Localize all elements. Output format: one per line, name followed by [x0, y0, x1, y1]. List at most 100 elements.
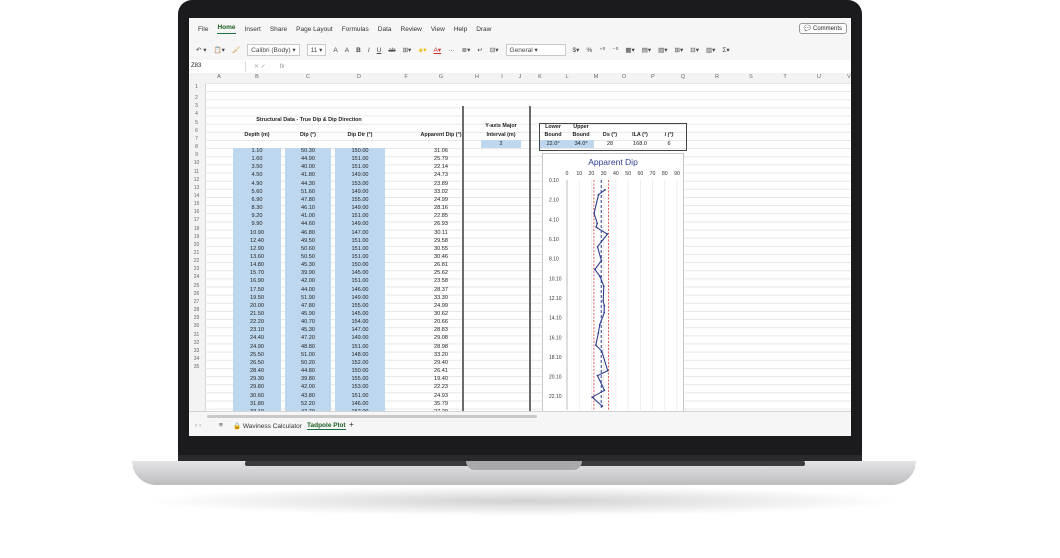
row-number[interactable]: 10 [189, 159, 204, 167]
row-number[interactable]: 26 [189, 290, 204, 298]
undo-icon[interactable]: ↶ ▾ [196, 46, 207, 54]
row-number[interactable]: 35 [189, 363, 204, 371]
menu-item-file[interactable]: File [198, 26, 208, 33]
dipdir-cell[interactable]: 151.00 [335, 155, 385, 163]
menu-item-insert[interactable]: Insert [245, 26, 261, 33]
italic-button[interactable]: I [368, 47, 370, 54]
dipdir-cell[interactable]: 151.00 [335, 237, 385, 245]
apparent-dip-cell[interactable]: 19.40 [411, 375, 471, 383]
depth-cell[interactable]: 8.30 [233, 204, 281, 212]
dipdir-cell[interactable]: 149.00 [335, 171, 385, 179]
row-number[interactable]: 7 [189, 135, 204, 143]
font-size-select[interactable]: 11 ▾ [306, 44, 327, 56]
apparent-dip-cell[interactable]: 22.85 [411, 212, 471, 220]
currency-button[interactable]: $▾ [573, 46, 580, 54]
apparent-dip-cell[interactable]: 29.08 [411, 334, 471, 342]
dipdir-cell[interactable]: 151.00 [335, 392, 385, 400]
dip-cell[interactable]: 45.30 [285, 326, 331, 334]
font-color-icon[interactable]: A▾ [434, 46, 442, 54]
shrink-font-button[interactable]: A [345, 47, 349, 54]
autosum-button[interactable]: Σ▾ [722, 46, 729, 54]
column-header[interactable]: R [715, 74, 719, 80]
depth-cell[interactable]: 28.40 [233, 367, 281, 375]
row-number[interactable]: 20 [189, 241, 204, 249]
apparent-dip-cell[interactable]: 30.46 [411, 253, 471, 261]
all-sheets-icon[interactable]: ≡ [219, 422, 223, 429]
name-box[interactable]: Z83 [189, 61, 246, 72]
depth-cell[interactable]: 23.10 [233, 326, 281, 334]
dipdir-cell[interactable]: 149.00 [335, 204, 385, 212]
dip-cell[interactable]: 42.00 [285, 383, 331, 391]
i-value[interactable]: 6 [655, 140, 683, 148]
dip-cell[interactable]: 47.20 [285, 334, 331, 342]
column-header[interactable]: T [783, 74, 786, 80]
menu-item-formulas[interactable]: Formulas [342, 26, 369, 33]
upper-bound-value[interactable]: 34.0° [568, 140, 594, 148]
apparent-dip-cell[interactable]: 26.41 [411, 367, 471, 375]
fx-icon[interactable]: fx [280, 64, 285, 70]
row-number[interactable]: 8 [189, 143, 204, 151]
dip-cell[interactable]: 51.90 [285, 294, 331, 302]
dip-cell[interactable]: 50.50 [285, 253, 331, 261]
dip-cell[interactable]: 50.60 [285, 245, 331, 253]
dip-cell[interactable]: 44.00 [285, 286, 331, 294]
column-header[interactable]: K [538, 74, 542, 80]
row-number[interactable]: 17 [189, 216, 204, 224]
dipdir-cell[interactable]: 148.00 [335, 351, 385, 359]
row-number[interactable]: 6 [189, 127, 204, 135]
column-header[interactable]: Q [681, 74, 685, 80]
apparent-dip-cell[interactable]: 30.55 [411, 245, 471, 253]
depth-cell[interactable]: 30.60 [233, 392, 281, 400]
add-sheet-button[interactable]: + [349, 420, 354, 429]
more-options-button[interactable]: ··· [448, 47, 455, 54]
tab-waviness-calculator[interactable]: 🔒 Waviness Calculator [233, 422, 302, 430]
column-header[interactable]: A [217, 74, 221, 80]
depth-cell[interactable]: 25.50 [233, 351, 281, 359]
conditional-format-icon[interactable]: ▦▾ [625, 46, 634, 54]
apparent-dip-cell[interactable]: 29.40 [411, 359, 471, 367]
apparent-dip-cell[interactable]: 22.14 [411, 163, 471, 171]
apparent-dip-cell[interactable]: 23.89 [411, 180, 471, 188]
apparent-dip-cell[interactable]: 28.16 [411, 204, 471, 212]
row-number[interactable]: 4 [189, 110, 204, 118]
depth-cell[interactable]: 29.80 [233, 383, 281, 391]
dipdir-cell[interactable]: 149.00 [335, 188, 385, 196]
increase-decimal-icon[interactable]: ⁺⁰ [599, 46, 605, 54]
column-header[interactable]: J [519, 74, 522, 80]
apparent-dip-cell[interactable]: 29.58 [411, 237, 471, 245]
borders-icon[interactable]: ⊞▾ [403, 46, 412, 54]
dipdir-cell[interactable]: 151.00 [335, 343, 385, 351]
dipdir-cell[interactable]: 151.00 [335, 245, 385, 253]
depth-cell[interactable]: 12.90 [233, 245, 281, 253]
dipdir-cell[interactable]: 151.00 [335, 163, 385, 171]
ila-value[interactable]: 168.0 [626, 140, 654, 148]
apparent-dip-cell[interactable]: 30.62 [411, 310, 471, 318]
dip-cell[interactable]: 40.70 [285, 318, 331, 326]
dip-cell[interactable]: 44.90 [285, 155, 331, 163]
merge-icon[interactable]: ⊟▾ [490, 46, 499, 54]
dip-cell[interactable]: 45.90 [285, 310, 331, 318]
apparent-dip-cell[interactable]: 24.99 [411, 196, 471, 204]
dipdir-cell[interactable]: 146.00 [335, 286, 385, 294]
dipdir-cell[interactable]: 146.00 [335, 400, 385, 408]
apparent-dip-cell[interactable]: 24.93 [411, 392, 471, 400]
menu-item-review[interactable]: Review [401, 26, 422, 33]
dip-cell[interactable]: 46.80 [285, 229, 331, 237]
row-number[interactable]: 14 [189, 192, 204, 200]
dipdir-cell[interactable]: 149.00 [335, 294, 385, 302]
format-table-icon[interactable]: ▤▾ [642, 46, 651, 54]
column-header[interactable]: M [594, 74, 599, 80]
format-cells-icon[interactable]: ▥▾ [706, 46, 715, 54]
dip-cell[interactable]: 44.60 [285, 220, 331, 228]
dip-cell[interactable]: 46.10 [285, 204, 331, 212]
apparent-dip-cell[interactable]: 33.20 [411, 351, 471, 359]
dipdir-cell[interactable]: 155.00 [335, 302, 385, 310]
apparent-dip-cell[interactable]: 31.06 [411, 147, 471, 155]
apparent-dip-chart[interactable]: Apparent Dip 0 10 20 30 40 50 60 70 80 90 0.10 2.10… [542, 153, 684, 411]
dipdir-cell[interactable]: 154.00 [335, 318, 385, 326]
row-number[interactable]: 11 [189, 168, 204, 176]
depth-cell[interactable]: 20.00 [233, 302, 281, 310]
depth-cell[interactable]: 1.60 [233, 155, 281, 163]
menu-item-data[interactable]: Data [378, 26, 392, 33]
dip-cell[interactable]: 41.80 [285, 171, 331, 179]
